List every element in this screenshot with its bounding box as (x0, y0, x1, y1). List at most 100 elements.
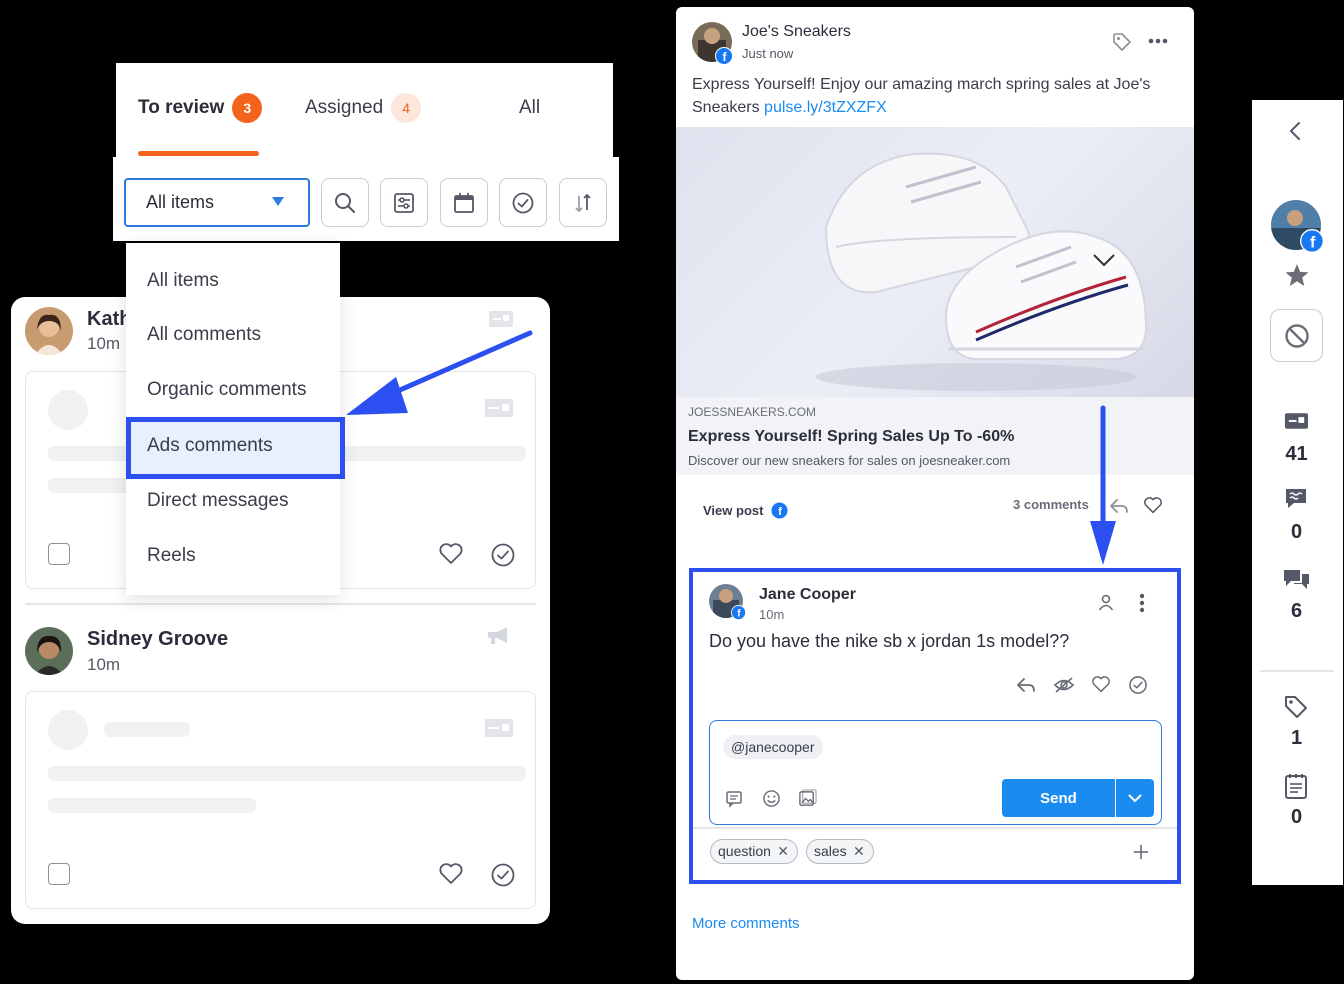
tab-all-label: All (519, 97, 541, 118)
heart-icon[interactable] (438, 862, 464, 886)
reply-icon[interactable] (1016, 676, 1036, 694)
inbox-item-preview[interactable] (25, 691, 536, 909)
mention-chip: @janecooper (723, 735, 823, 759)
image-attach-icon[interactable] (798, 789, 817, 808)
remove-tag-icon[interactable]: ✕ (853, 840, 865, 862)
commenter-name: Jane Cooper (759, 586, 856, 603)
heart-icon[interactable] (438, 542, 464, 566)
tag-chip[interactable]: sales ✕ (806, 839, 874, 864)
post-link[interactable]: pulse.ly/3tZXZFX (764, 99, 887, 116)
inbox-tabs: To review 3 Assigned 4 All (116, 63, 613, 159)
tab-to-review[interactable]: To review 3 (138, 93, 263, 123)
avatar (25, 307, 73, 355)
chevron-left-icon[interactable] (1288, 121, 1302, 141)
send-button[interactable]: Send (1002, 779, 1115, 817)
comment-time: 10m (759, 607, 785, 622)
menu-item-ads-comments[interactable]: Ads comments (126, 417, 345, 479)
comment-thread: f Jane Cooper 10m Do you have the nike s… (689, 568, 1181, 884)
comments-count[interactable]: 3 comments (1013, 497, 1089, 512)
ad-card-icon (1284, 413, 1309, 429)
date-range-button[interactable] (440, 178, 488, 227)
inbox-item-time: 10m (87, 655, 121, 674)
heart-icon[interactable] (1143, 496, 1163, 515)
annotation-arrow (1090, 405, 1116, 565)
calendar-icon (454, 192, 474, 213)
more-comments-link[interactable]: More comments (692, 915, 800, 932)
conversation-icon (1284, 570, 1309, 589)
menu-item-all-comments[interactable]: All comments (147, 324, 261, 346)
caret-down-icon (272, 197, 284, 206)
annotation-arrow (346, 330, 533, 415)
search-button[interactable] (321, 178, 369, 227)
messages-count: 6 (1290, 600, 1303, 622)
ad-card-icon (485, 719, 513, 737)
post-image (676, 127, 1194, 397)
tag-icon[interactable] (1112, 32, 1132, 52)
sort-icon (575, 193, 591, 212)
tag-chip[interactable]: question ✕ (710, 839, 798, 864)
facebook-icon: f (1300, 229, 1324, 253)
select-checkbox[interactable] (48, 863, 70, 885)
item-type-menu: All items All comments Organic comments … (126, 243, 345, 595)
tag-icon (1285, 696, 1307, 718)
assign-user-icon[interactable] (1097, 593, 1115, 611)
more-options-vertical-icon[interactable] (1139, 593, 1145, 613)
block-user-button[interactable] (1270, 309, 1323, 362)
send-options-button[interactable] (1116, 779, 1154, 817)
remove-tag-icon[interactable]: ✕ (777, 840, 789, 862)
inbox-item-name: Sidney Groove (87, 628, 229, 650)
chevron-down-icon (1128, 794, 1142, 802)
post-text-line1: Express Yourself! Enjoy our amazing marc… (692, 76, 1151, 93)
select-checkbox[interactable] (48, 543, 70, 565)
post-time: Just now (742, 46, 794, 61)
add-tag-icon[interactable] (1133, 844, 1149, 860)
divider (693, 827, 1177, 829)
tab-to-review-label: To review (138, 97, 225, 118)
menu-item-direct-messages[interactable]: Direct messages (147, 490, 289, 512)
divider (1260, 670, 1334, 672)
view-post-link[interactable]: View post f (703, 502, 788, 519)
menu-item-organic-comments[interactable]: Organic comments (147, 379, 306, 401)
svg-text:f: f (1310, 235, 1316, 252)
hide-eye-icon[interactable] (1053, 675, 1075, 695)
inbox-item-time: 10m (87, 334, 121, 353)
notes-icon (1285, 774, 1307, 799)
details-rail: f 41 0 6 1 0 (1252, 100, 1343, 885)
reply-composer[interactable]: @janecooper Send (709, 720, 1162, 825)
check-circle-icon[interactable] (1128, 675, 1148, 695)
view-post-label: View post (703, 503, 764, 518)
ads-count: 41 (1285, 443, 1308, 465)
svg-text:f: f (779, 506, 783, 518)
menu-item-reels[interactable]: Reels (147, 545, 196, 567)
saved-reply-icon[interactable] (725, 790, 743, 808)
tab-assigned[interactable]: Assigned 4 (305, 93, 422, 123)
emoji-icon[interactable] (762, 789, 781, 808)
item-type-select[interactable]: All items (124, 178, 310, 227)
heart-icon[interactable] (1091, 675, 1111, 694)
tab-assigned-count: 4 (391, 93, 422, 123)
inbox-item-name: Kath (87, 308, 132, 330)
divider (25, 603, 536, 605)
review-bubble-icon (1286, 489, 1306, 508)
check-circle-icon[interactable] (490, 862, 516, 888)
post-text-line2: Sneakers pulse.ly/3tZXZFX (692, 96, 887, 119)
filter-sliders-icon (394, 192, 414, 213)
sort-button[interactable] (559, 178, 607, 227)
link-preview-description: Discover our new sneakers for sales on j… (688, 453, 1011, 468)
check-circle-icon[interactable] (490, 542, 516, 568)
mark-reviewed-button[interactable] (499, 178, 547, 227)
star-icon[interactable] (1284, 263, 1310, 287)
facebook-icon: f (731, 605, 746, 620)
notes-count: 0 (1290, 806, 1303, 828)
filters-button[interactable] (380, 178, 428, 227)
tab-all[interactable]: All (519, 97, 540, 119)
block-icon (1284, 323, 1309, 348)
post-author: Joe's Sneakers (742, 23, 851, 40)
menu-item-all-items[interactable]: All items (147, 270, 219, 292)
comment-text: Do you have the nike sb x jordan 1s mode… (709, 631, 1070, 651)
link-preview-domain: JOESSNEAKERS.COM (688, 405, 817, 419)
tab-to-review-count: 3 (232, 93, 263, 123)
more-options-icon[interactable] (1148, 38, 1168, 44)
reviews-count: 0 (1290, 521, 1303, 543)
link-preview-title: Express Yourself! Spring Sales Up To -60… (688, 428, 1015, 445)
